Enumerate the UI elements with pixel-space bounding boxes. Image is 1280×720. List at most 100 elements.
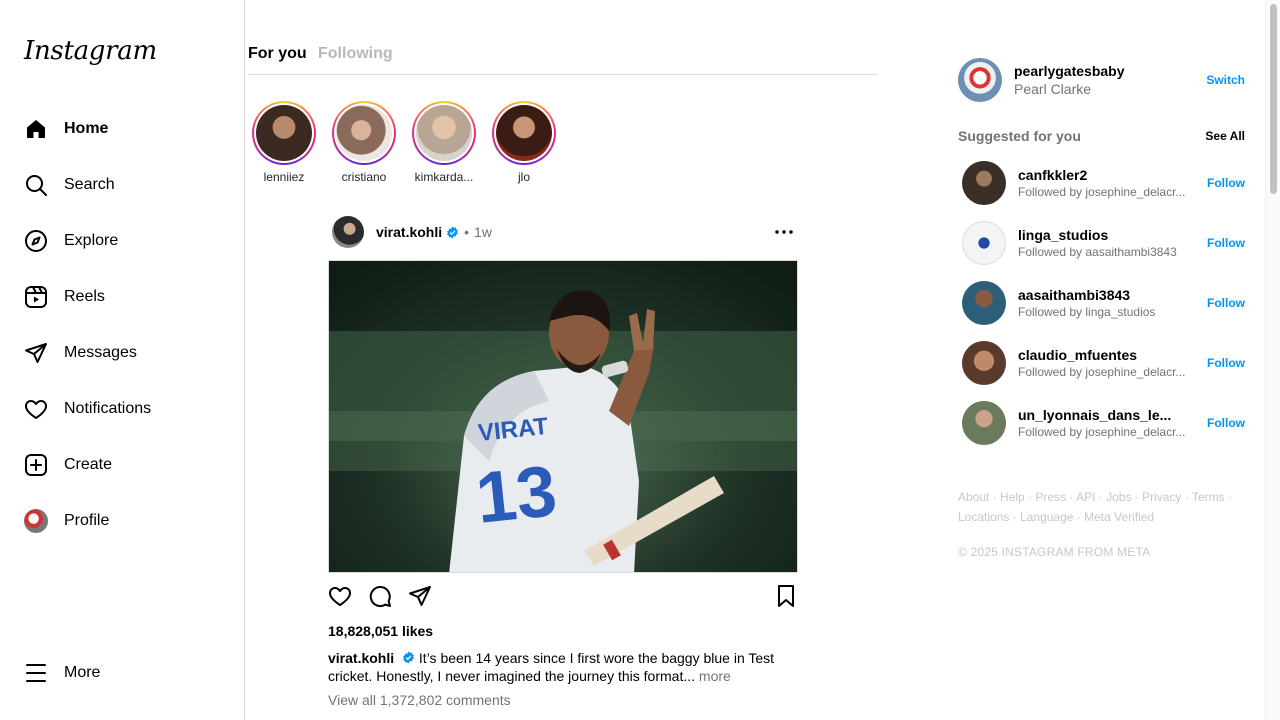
footer-link-terms[interactable]: Terms	[1192, 490, 1225, 504]
story-ring	[492, 101, 556, 165]
follow-button[interactable]: Follow	[1207, 356, 1245, 370]
suggestion-username[interactable]: claudio_mfuentes	[1018, 347, 1198, 363]
story-avatar	[416, 105, 472, 161]
footer-link-language[interactable]: Language	[1020, 510, 1073, 524]
suggestion-username[interactable]: un_lyonnais_dans_le...	[1018, 407, 1198, 423]
follow-button[interactable]: Follow	[1207, 176, 1245, 190]
sidebar-item-notifications[interactable]: Notifications	[24, 389, 151, 429]
follow-button[interactable]: Follow	[1207, 416, 1245, 430]
feed-tabs: For you Following	[248, 42, 878, 75]
scrollbar-thumb[interactable]	[1270, 4, 1277, 194]
suggestion-followed-by: Followed by josephine_delacr...	[1018, 365, 1186, 379]
view-comments-link[interactable]: View all 1,372,802 comments	[328, 692, 511, 708]
footer-link-privacy[interactable]: Privacy	[1142, 490, 1181, 504]
avatar[interactable]	[962, 401, 1006, 445]
footer-link-api[interactable]: API	[1076, 490, 1095, 504]
story-ring	[332, 101, 396, 165]
suggestion-followed-by: Followed by linga_studios	[1018, 305, 1156, 319]
plus-square-icon	[25, 454, 47, 476]
avatar[interactable]	[962, 281, 1006, 325]
avatar	[24, 509, 48, 533]
sidebar-item-messages[interactable]: Messages	[24, 333, 137, 373]
sidebar-item-label: Explore	[64, 232, 119, 249]
post-actions	[328, 584, 798, 612]
tab-for-you[interactable]: For you	[248, 45, 307, 63]
follow-button[interactable]: Follow	[1207, 296, 1245, 310]
story-avatar	[256, 105, 312, 161]
avatar[interactable]	[332, 216, 364, 248]
sidebar-item-label: Home	[64, 120, 109, 137]
sidebar: Instagram Home Search Explore Reels Mess…	[0, 0, 245, 720]
follow-button[interactable]: Follow	[1207, 236, 1245, 250]
svg-text:13: 13	[472, 451, 560, 539]
verified-badge-icon	[447, 226, 459, 238]
sidebar-item-label: Profile	[64, 512, 110, 529]
sidebar-item-explore[interactable]: Explore	[24, 221, 118, 261]
separator-dot: •	[464, 224, 470, 240]
post-photo-illustration: VIRAT 13	[329, 290, 797, 572]
suggestion-item: aasaithambi3843 Followed by linga_studio…	[962, 281, 1245, 325]
suggestion-followed-by: Followed by aasaithambi3843	[1018, 245, 1177, 259]
heart-icon[interactable]	[328, 584, 352, 608]
suggestion-username[interactable]: linga_studios	[1018, 227, 1198, 243]
story-item[interactable]: jlo	[488, 101, 560, 184]
suggestion-username[interactable]: canfkkler2	[1018, 167, 1198, 183]
bookmark-icon[interactable]	[774, 584, 798, 608]
instagram-logo[interactable]: Instagram	[24, 36, 157, 66]
post-username[interactable]: virat.kohli	[376, 224, 442, 240]
sidebar-item-label: Notifications	[64, 400, 152, 417]
suggestion-followed-by: Followed by josephine_delacr...	[1018, 185, 1186, 199]
sidebar-item-home[interactable]: Home	[24, 109, 108, 149]
avatar[interactable]	[958, 58, 1002, 102]
post-time: 1w	[474, 224, 492, 240]
share-icon[interactable]	[408, 584, 432, 608]
story-item[interactable]: cristiano	[328, 101, 400, 184]
suggestions-title: Suggested for you	[958, 128, 1081, 144]
sidebar-item-reels[interactable]: Reels	[24, 277, 105, 317]
sidebar-item-create[interactable]: Create	[24, 445, 112, 485]
heart-icon	[25, 400, 47, 419]
more-options-icon[interactable]	[772, 220, 796, 244]
account-fullname: Pearl Clarke	[1014, 81, 1092, 97]
avatar[interactable]	[962, 221, 1006, 265]
footer-link-press[interactable]: Press	[1035, 490, 1066, 504]
caption-more-link[interactable]: more	[699, 668, 731, 684]
suggestion-username[interactable]: aasaithambi3843	[1018, 287, 1198, 303]
footer-link-about[interactable]: About	[958, 490, 989, 504]
footer-link-help[interactable]: Help	[1000, 490, 1025, 504]
tab-following[interactable]: Following	[318, 45, 393, 63]
post-image[interactable]: VIRAT 13	[328, 260, 798, 573]
scrollbar[interactable]	[1265, 0, 1280, 720]
sidebar-item-label: Search	[64, 176, 115, 193]
sidebar-item-label: More	[64, 664, 101, 681]
story-item[interactable]: lenniiez	[248, 101, 320, 184]
story-name: jlo	[517, 170, 530, 184]
avatar[interactable]	[962, 341, 1006, 385]
caption-username[interactable]: virat.kohli	[328, 650, 394, 666]
like-count[interactable]: 18,828,051 likes	[328, 623, 433, 639]
story-name: lenniiez	[263, 170, 305, 184]
see-all-link[interactable]: See All	[1205, 129, 1245, 143]
home-icon	[27, 120, 45, 138]
copyright: © 2025 INSTAGRAM FROM META	[958, 545, 1151, 559]
footer-link-meta-verified[interactable]: Meta Verified	[1084, 510, 1154, 524]
story-item[interactable]: kimkarda...	[408, 101, 480, 184]
sidebar-item-search[interactable]: Search	[24, 165, 115, 205]
send-icon	[25, 343, 47, 363]
avatar[interactable]	[962, 161, 1006, 205]
comment-icon[interactable]	[368, 584, 392, 608]
switch-account-button[interactable]: Switch	[1206, 73, 1245, 87]
footer-link-jobs[interactable]: Jobs	[1106, 490, 1131, 504]
post-caption: virat.kohli It’s been 14 years since I f…	[328, 649, 798, 685]
story-avatar	[336, 105, 392, 161]
story-name: cristiano	[341, 170, 387, 184]
suggestion-followed-by: Followed by josephine_delacr...	[1018, 425, 1186, 439]
sidebar-item-profile[interactable]: Profile	[24, 501, 109, 541]
sidebar-item-more[interactable]: More	[24, 653, 100, 693]
post-header: virat.kohli • 1w	[332, 216, 798, 248]
sidebar-item-label: Messages	[64, 344, 137, 361]
reels-icon	[25, 286, 47, 308]
compass-icon	[25, 230, 47, 252]
footer-link-locations[interactable]: Locations	[958, 510, 1009, 524]
account-username[interactable]: pearlygatesbaby	[1014, 63, 1125, 79]
